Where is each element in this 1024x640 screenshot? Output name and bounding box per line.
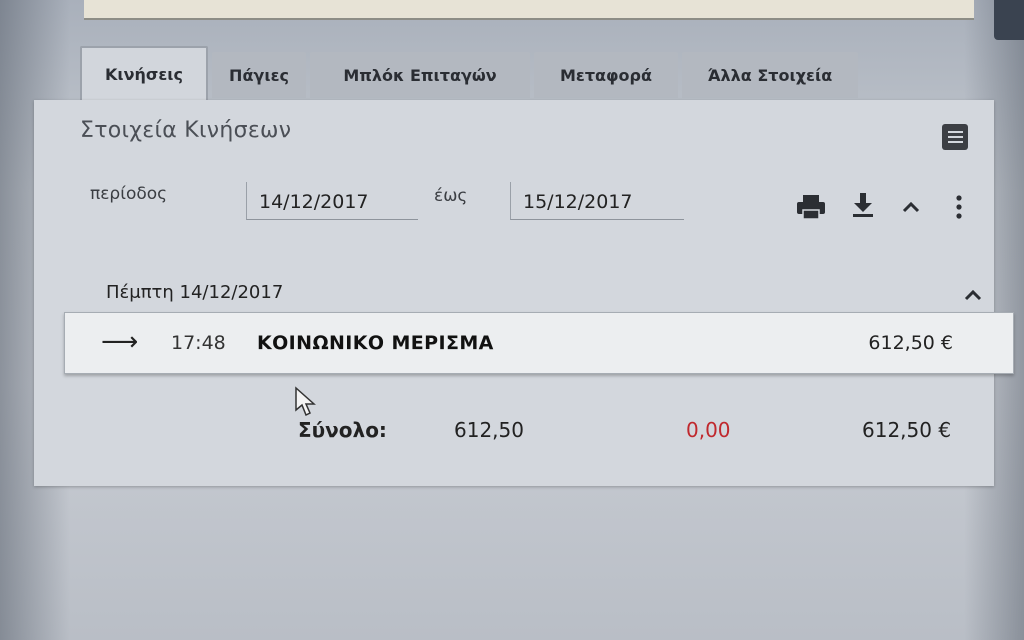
tab-cheque-books[interactable]: Μπλόκ Επιταγών: [310, 52, 530, 98]
from-date-field[interactable]: 14/12/2017: [246, 182, 418, 220]
panel-title: Στοιχεία Κινήσεων: [80, 118, 292, 143]
more-vertical-icon[interactable]: [942, 190, 976, 224]
corner-fragment: [994, 0, 1024, 40]
tab-kiniseis[interactable]: Κινήσεις: [80, 46, 208, 100]
screen: Κινήσεις Πάγιες Μπλόκ Επιταγών Μεταφορά …: [0, 0, 1024, 640]
print-icon[interactable]: [794, 190, 828, 224]
download-icon[interactable]: [846, 188, 880, 222]
transactions-panel: Στοιχεία Κινήσεων περίοδος 14/12/2017 έω…: [34, 100, 1014, 486]
tab-transfer[interactable]: Μεταφορά: [534, 52, 678, 98]
transaction-amount: 612,50 €: [868, 332, 953, 354]
totals-balance: 612,50 €: [862, 418, 952, 442]
period-label: περίοδος: [90, 184, 168, 204]
totals-credit: 612,50: [454, 418, 524, 442]
transaction-time: 17:48: [171, 332, 226, 354]
tab-pagies[interactable]: Πάγιες: [212, 52, 306, 98]
totals-debit: 0,00: [686, 418, 731, 442]
top-banner-fragment: [84, 0, 974, 20]
chevron-up-icon[interactable]: [894, 190, 928, 224]
arrow-right-icon: ⟶: [101, 327, 139, 357]
transaction-description: ΚΟΙΝΩΝΙΚΟ ΜΕΡΙΣΜΑ: [257, 332, 494, 354]
transaction-row[interactable]: ⟶ 17:48 ΚΟΙΝΩΝΙΚΟ ΜΕΡΙΣΜΑ 612,50 €: [64, 312, 1014, 374]
mouse-cursor-icon: [294, 386, 318, 422]
to-date-field[interactable]: 15/12/2017: [510, 182, 684, 220]
to-label: έως: [434, 186, 468, 206]
date-group-header: Πέμπτη 14/12/2017: [106, 282, 284, 303]
tab-other-info[interactable]: Άλλα Στοιχεία: [682, 52, 858, 98]
list-menu-icon[interactable]: [942, 124, 968, 150]
collapse-group-icon[interactable]: [956, 278, 990, 312]
